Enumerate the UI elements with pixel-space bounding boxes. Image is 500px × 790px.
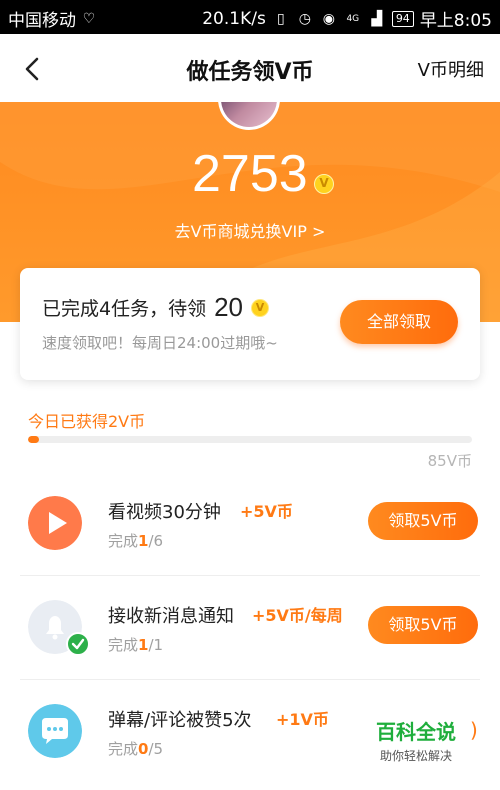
signal-icon: 4G bbox=[346, 13, 360, 24]
today-earned-label: 今日已获得2V币 bbox=[28, 412, 146, 431]
task-row: 接收新消息通知 +5V币/每周 完成1/1 领取5V币 bbox=[0, 576, 500, 680]
pending-label: 已完成4任务，待领 bbox=[42, 298, 207, 320]
pending-summary: 已完成4任务，待领 20 V bbox=[42, 292, 270, 323]
partial-button-edge: ) bbox=[470, 718, 478, 742]
task-progress: 完成1/6 bbox=[108, 532, 164, 550]
task-title: 弹幕/评论被赞5次 bbox=[108, 710, 252, 731]
heart-icon: ♡ bbox=[82, 10, 96, 27]
watermark-subtitle: 助你轻松解决 bbox=[379, 749, 452, 763]
vcoin-details-link[interactable]: V币明细 bbox=[418, 56, 484, 82]
task-reward: +1V币 bbox=[276, 710, 329, 729]
battery-indicator: 94 bbox=[391, 10, 414, 27]
task-row: 看视频30分钟 +5V币 完成1/6 领取5V币 bbox=[0, 472, 500, 576]
watermark-title: 百科全说 bbox=[376, 720, 456, 744]
task-reward: +5V币 bbox=[240, 502, 293, 521]
alarm-icon: ◷ bbox=[298, 10, 311, 27]
carrier-label: 中国移动 bbox=[8, 11, 76, 31]
watermark: 百科全说 助你轻松解决 bbox=[366, 716, 466, 764]
pending-rewards-card: 已完成4任务，待领 20 V 速度领取吧！每周日24:00过期哦~ 全部领取 bbox=[20, 268, 480, 380]
nav-bar: 做任务领V币 V币明细 bbox=[0, 34, 500, 102]
task-title: 接收新消息通知 bbox=[108, 606, 234, 627]
play-icon bbox=[28, 496, 82, 550]
vcoin-icon: V bbox=[251, 298, 270, 317]
signal-bars-icon: ▟ bbox=[371, 10, 383, 27]
exchange-vip-link[interactable]: 去V币商城兑换VIP > bbox=[0, 218, 500, 242]
task-title: 看视频30分钟 bbox=[108, 502, 221, 523]
network-speed: 20.1K/s bbox=[202, 8, 266, 29]
check-icon bbox=[66, 632, 90, 656]
daily-progress-bar bbox=[28, 436, 472, 443]
vcoin-icon: V bbox=[314, 174, 334, 194]
chat-bubble-icon bbox=[28, 704, 82, 758]
task-progress: 完成1/1 bbox=[108, 636, 164, 654]
daily-progress-max: 85V币 bbox=[427, 452, 472, 470]
pending-amount: 20 bbox=[214, 292, 244, 322]
daily-progress-fill bbox=[28, 436, 40, 443]
vibrate-icon: ▯ bbox=[276, 10, 285, 27]
claim-all-button[interactable]: 全部领取 bbox=[340, 300, 458, 344]
eye-icon: ◉ bbox=[322, 10, 335, 27]
claim-task-button[interactable]: 领取5V币 bbox=[368, 606, 478, 644]
clock: 早上8:05 bbox=[419, 11, 492, 31]
task-progress: 完成0/5 bbox=[108, 740, 164, 758]
expiry-hint: 速度领取吧！每周日24:00过期哦~ bbox=[42, 334, 278, 352]
status-bar: 中国移动 ♡ 20.1K/s ▯ ◷ ◉ 4G ▟ 94 早上8:05 bbox=[0, 0, 500, 34]
claim-task-button[interactable]: 领取5V币 bbox=[368, 502, 478, 540]
task-reward: +5V币/每周 bbox=[252, 606, 343, 625]
coin-balance: 2753 bbox=[192, 145, 308, 203]
